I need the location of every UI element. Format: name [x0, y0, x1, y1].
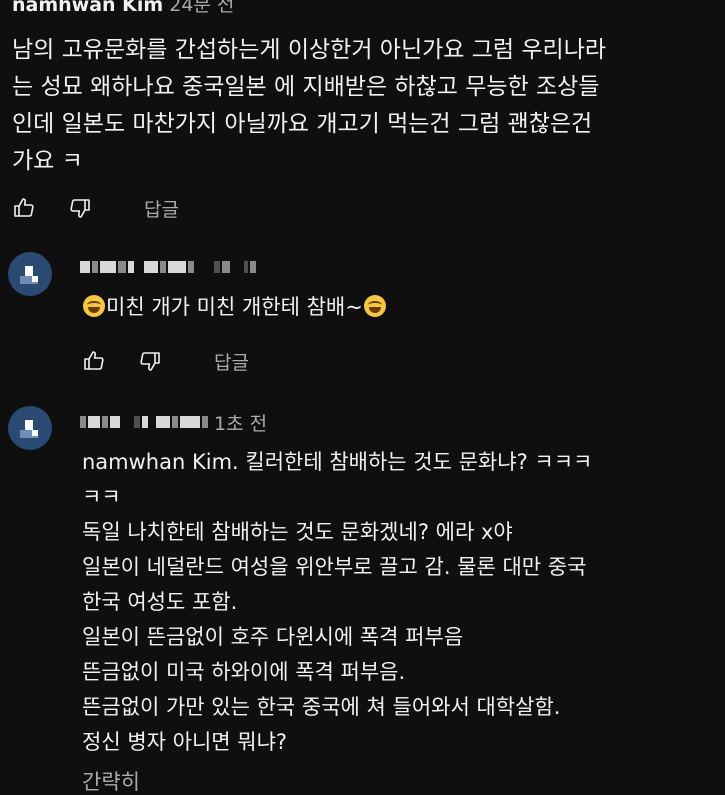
comment-line: 는 성묘 왜하나요 중국일본 에 지배받은 하찮고 무능한 조상들: [12, 74, 600, 100]
reply-time[interactable]: 1초 전: [214, 409, 267, 436]
reply-text: namwhan Kim. 킬러한테 참배하는 것도 문화냐? ㅋㅋㅋ ㅋㅋ 독일…: [82, 445, 592, 760]
thumb-down-icon: [70, 199, 90, 218]
reply-line: 정신 병자 아니면 뭐냐?: [82, 730, 288, 754]
avatar[interactable]: [8, 252, 52, 296]
reply-line: 미친 개가 미친 개한테 참배~: [82, 290, 387, 325]
like-button[interactable]: [76, 343, 112, 379]
author-name-pixelated[interactable]: [80, 414, 208, 430]
dislike-button[interactable]: [132, 343, 168, 379]
reply-line: ㅋㅋ: [82, 485, 121, 509]
reply-line: 일본이 뜬금없이 호주 다윈시에 폭격 퍼부음: [82, 625, 464, 649]
reply-line: 일본이 네덜란드 여성을 위안부로 끌고 감. 물론 대만 중국: [82, 555, 587, 579]
reply-line: 독일 나치한테 참배하는 것도 문화겠네? 에라 x야: [82, 520, 513, 544]
thumb-down-icon: [140, 352, 160, 371]
thumb-up-icon: [84, 351, 104, 370]
author-name[interactable]: namhwan Kim: [12, 0, 163, 16]
reply-actions: 답글: [76, 343, 249, 379]
reply-line: 뜬금없이 가만 있는 한국 중국에 쳐 들어와서 대학살함.: [82, 695, 561, 719]
avatar[interactable]: [8, 406, 52, 450]
comment-time[interactable]: 24분 전: [169, 0, 234, 16]
comment-line: 인데 일본도 마찬가지 아닐까요 개고기 먹는건 그럼 괜찮은건: [12, 111, 593, 137]
show-less-button[interactable]: 간략히: [82, 766, 140, 795]
comment-text: 남의 고유문화를 간섭하는게 이상한거 아닌가요 그럼 우리나라 는 성묘 왜하…: [12, 32, 712, 180]
thumb-up-icon: [14, 198, 34, 217]
reply-button[interactable]: 답글: [144, 195, 179, 222]
author-name-pixelated[interactable]: [80, 259, 256, 275]
rolling-on-floor-laughing-emoji: [83, 295, 105, 317]
reply-line: namwhan Kim. 킬러한테 참배하는 것도 문화냐? ㅋㅋㅋ: [82, 450, 593, 474]
like-button[interactable]: [6, 190, 42, 226]
comment-thread: namhwan Kim 24분 전 남의 고유문화를 간섭하는게 이상한거 아닌가…: [0, 0, 725, 795]
rolling-on-floor-laughing-emoji: [363, 295, 386, 317]
comment-actions: 답글: [6, 190, 179, 226]
reply-line: 뜬금없이 미국 하와이에 폭격 퍼부음.: [82, 660, 406, 684]
reply-line: 한국 여성도 포함.: [82, 590, 238, 614]
comment-header: namhwan Kim 24분 전: [12, 0, 234, 17]
dislike-button[interactable]: [62, 190, 98, 226]
comment-line: 남의 고유문화를 간섭하는게 이상한거 아닌가요 그럼 우리나라: [12, 37, 607, 63]
comment-line: 가요 ㅋ: [12, 148, 83, 174]
reply-button[interactable]: 답글: [214, 348, 249, 375]
reply-text: 미친 개가 미친 개한테 참배~: [82, 290, 387, 325]
